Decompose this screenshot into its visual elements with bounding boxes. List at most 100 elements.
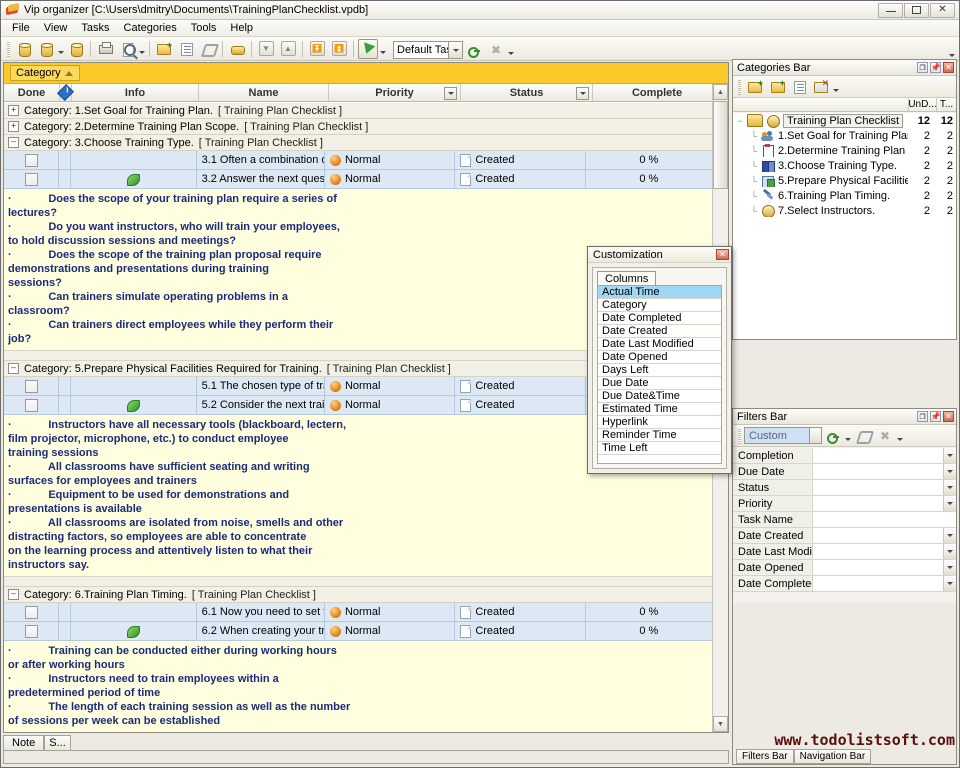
filter-value[interactable]: [813, 464, 956, 479]
edit-task-icon[interactable]: [176, 39, 196, 59]
categories-overflow-caret-icon[interactable]: [832, 77, 840, 97]
scroll-up-button[interactable]: ▲: [713, 84, 728, 100]
menu-categories[interactable]: Categories: [117, 21, 184, 35]
close-icon[interactable]: ✕: [943, 411, 954, 422]
new-category-icon[interactable]: +: [745, 77, 765, 97]
tree-item-training-plan-checklist[interactable]: − Training Plan Checklist 12 12: [733, 113, 956, 128]
print-icon[interactable]: [95, 39, 115, 59]
close-icon[interactable]: ✕: [943, 62, 954, 73]
filter-value[interactable]: [813, 544, 956, 559]
filter-row-task-name[interactable]: Task Name: [733, 512, 956, 528]
group-expander-icon[interactable]: –: [8, 363, 19, 374]
priority-cell[interactable]: Normal: [325, 377, 455, 395]
filter-row-due-date[interactable]: Due Date: [733, 464, 956, 480]
column-header-status[interactable]: Status: [461, 84, 593, 101]
group-by-category-chip[interactable]: Category: [10, 65, 80, 81]
edit-category-icon[interactable]: [789, 77, 809, 97]
filter-dropdown-caret-icon[interactable]: [379, 39, 387, 59]
priority-filter-icon[interactable]: [444, 87, 457, 100]
filter-dropdown-caret-icon[interactable]: [943, 464, 956, 479]
print-preview-icon[interactable]: [117, 39, 137, 59]
filters-toolbar-grip[interactable]: [738, 428, 741, 444]
move-top-icon[interactable]: ⏫: [329, 39, 349, 59]
properties-icon[interactable]: [227, 39, 247, 59]
tab-note[interactable]: Note: [3, 735, 44, 750]
toolbar-overflow-caret-icon[interactable]: [949, 54, 955, 57]
column-header-complete[interactable]: Complete: [593, 84, 721, 101]
customization-dialog[interactable]: Customization ✕ Columns Actual Time Cate…: [587, 246, 732, 474]
filter-value[interactable]: [813, 448, 956, 463]
status-cell[interactable]: Created: [455, 170, 585, 188]
list-item[interactable]: Due Date: [598, 377, 721, 390]
task-name-cell[interactable]: 5.1 The chosen type of training and: [197, 377, 325, 395]
done-checkbox[interactable]: [25, 154, 38, 167]
list-item[interactable]: Reminder Time: [598, 429, 721, 442]
done-checkbox-cell[interactable]: [4, 151, 59, 169]
view-dropdown-caret-icon[interactable]: [507, 40, 515, 60]
group-expander-icon[interactable]: +: [8, 121, 19, 132]
pin-icon[interactable]: 📌: [930, 62, 941, 73]
task-name-cell[interactable]: 3.2 Answer the next questions to: [197, 170, 325, 188]
table-row[interactable]: 3.2 Answer the next questions to Normal …: [4, 170, 712, 189]
priority-cell[interactable]: Normal: [325, 170, 455, 188]
done-checkbox-cell[interactable]: [4, 603, 59, 621]
menu-view[interactable]: View: [37, 21, 75, 35]
task-view-combo-caret-icon[interactable]: [448, 42, 462, 58]
task-name-cell[interactable]: 3.1 Often a combination of training: [197, 151, 325, 169]
tree-item-choose-training-type[interactable]: └ 3.Choose Training Type. 2 2: [733, 158, 956, 173]
move-bottom-icon[interactable]: ⏬: [307, 39, 327, 59]
group-header-row[interactable]: – Category: 3.Choose Training Type. [ Tr…: [4, 135, 712, 151]
tab-navigation-bar[interactable]: Navigation Bar: [794, 749, 872, 764]
filter-value[interactable]: [813, 528, 956, 543]
list-item[interactable]: Actual Time: [598, 286, 721, 299]
filter-row-date-last-modified[interactable]: Date Last Modifi: [733, 544, 956, 560]
task-name-cell[interactable]: 6.2 When creating your training: [197, 622, 325, 640]
group-header-row[interactable]: – Category: 6.Training Plan Timing. [ Tr…: [4, 587, 712, 603]
done-checkbox-cell[interactable]: [4, 377, 59, 395]
filter-value[interactable]: [813, 480, 956, 495]
filter-dropdown-caret-icon[interactable]: [943, 496, 956, 511]
list-item[interactable]: Date Created: [598, 325, 721, 338]
status-cell[interactable]: Created: [455, 622, 585, 640]
menu-file[interactable]: File: [5, 21, 37, 35]
filter-value[interactable]: [813, 576, 956, 591]
filter-dropdown-caret-icon[interactable]: [943, 544, 956, 559]
status-cell[interactable]: Created: [455, 603, 585, 621]
close-icon[interactable]: ✕: [716, 249, 729, 260]
column-header-info[interactable]: Info: [72, 84, 199, 101]
apply-view-icon[interactable]: [464, 40, 484, 60]
column-header-total[interactable]: T...: [936, 98, 956, 111]
task-view-combo[interactable]: Default Task V: [393, 41, 463, 59]
close-button[interactable]: ✕: [930, 3, 955, 18]
save-as-icon[interactable]: [36, 39, 56, 59]
filter-row-status[interactable]: Status: [733, 480, 956, 496]
filter-value[interactable]: [813, 560, 956, 575]
filter-toggle-icon[interactable]: [358, 39, 378, 59]
filter-preset-combo[interactable]: Custom: [744, 427, 822, 444]
columns-list[interactable]: Actual Time Category Date Completed Date…: [597, 285, 722, 464]
new-task-icon[interactable]: +: [154, 39, 174, 59]
move-down-icon[interactable]: ▼: [256, 39, 276, 59]
filter-dropdown-caret-icon[interactable]: [943, 528, 956, 543]
table-row[interactable]: 6.2 When creating your training Normal C…: [4, 622, 712, 641]
filter-preset-caret-icon[interactable]: [809, 428, 821, 443]
list-item[interactable]: Date Last Modified: [598, 338, 721, 351]
toolbar-grip[interactable]: [7, 41, 10, 57]
delete-category-icon[interactable]: ✕: [811, 77, 831, 97]
tree-item-prepare-facilities[interactable]: └ 5.Prepare Physical Facilities R 2 2: [733, 173, 956, 188]
delete-task-icon[interactable]: [198, 39, 218, 59]
list-item[interactable]: Estimated Time: [598, 403, 721, 416]
list-item[interactable]: Time Left: [598, 442, 721, 455]
move-up-icon[interactable]: ▲: [278, 39, 298, 59]
list-item[interactable]: Days Left: [598, 364, 721, 377]
status-cell[interactable]: Created: [455, 396, 585, 414]
restore-icon[interactable]: ❐: [917, 62, 928, 73]
filter-dropdown-caret-icon[interactable]: [943, 560, 956, 575]
column-header-priority[interactable]: Priority: [329, 84, 461, 101]
maximize-button[interactable]: [904, 3, 929, 18]
done-checkbox[interactable]: [25, 606, 38, 619]
group-by-bar[interactable]: Category: [4, 63, 728, 84]
table-row[interactable]: 3.1 Often a combination of training Norm…: [4, 151, 712, 170]
priority-cell[interactable]: Normal: [325, 396, 455, 414]
clear-filter-icon[interactable]: [853, 426, 873, 446]
